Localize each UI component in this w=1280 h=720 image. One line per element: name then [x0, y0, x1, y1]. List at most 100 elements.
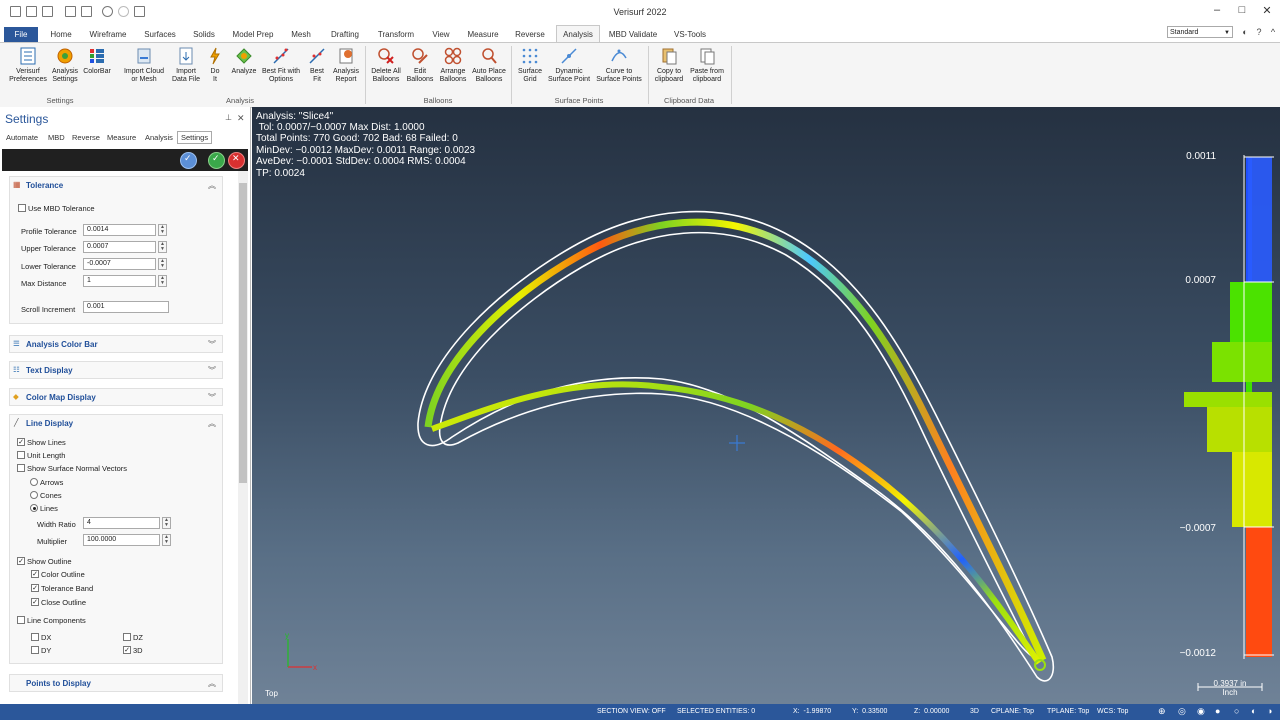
close-window-icon[interactable]: ✕: [1260, 4, 1274, 17]
tab-drafting[interactable]: Drafting: [325, 27, 365, 42]
profile-tolerance-field[interactable]: 0.0014: [83, 224, 156, 236]
dx-checkbox[interactable]: [31, 633, 39, 641]
panel-tab-automate[interactable]: Automate: [6, 133, 38, 142]
view-mode-status[interactable]: 3D: [970, 708, 979, 715]
tab-measure[interactable]: Measure: [463, 27, 503, 42]
curve-to-surface-points-button[interactable]: Curve to Surface Points: [594, 46, 644, 84]
profile-tolerance-spinner[interactable]: ▲ ▼: [158, 224, 167, 236]
selected-entities-status[interactable]: SELECTED ENTITIES: 0: [677, 708, 755, 715]
tab-vs-tools[interactable]: VS-Tools: [670, 27, 710, 42]
dz-checkbox[interactable]: [123, 633, 131, 641]
panel-tab-analysis[interactable]: Analysis: [145, 133, 173, 142]
minimize-icon[interactable]: –: [1210, 4, 1224, 16]
color-outline-checkbox[interactable]: ✓: [31, 570, 39, 578]
line-display-header[interactable]: Line Display: [26, 418, 73, 430]
unit-length-checkbox[interactable]: [17, 451, 25, 459]
help-icon[interactable]: ?: [1254, 27, 1264, 37]
cplane-status[interactable]: CPLANE: Top: [991, 708, 1034, 715]
tab-mesh[interactable]: Mesh: [287, 27, 315, 42]
tab-view[interactable]: View: [427, 27, 455, 42]
auto-place-balloons-button[interactable]: Auto Place Balloons: [470, 46, 508, 84]
wire-sphere-icon[interactable]: ○: [1234, 706, 1239, 716]
color-map-display-header[interactable]: Color Map Display: [26, 392, 96, 404]
dynamic-surface-point-button[interactable]: Dynamic Surface Point: [544, 46, 594, 84]
scroll-thumb[interactable]: [239, 183, 247, 483]
paste-from-clipboard-button[interactable]: Paste from clipboard: [686, 46, 728, 84]
lower-tolerance-spinner[interactable]: ▲ ▼: [158, 258, 167, 270]
import-data-file-button[interactable]: Import Data File: [168, 46, 204, 84]
light-icon[interactable]: ◐: [1251, 706, 1256, 716]
verisurf-preferences-button[interactable]: Verisurf Preferences: [6, 46, 50, 84]
analysis-color-bar-header[interactable]: Analysis Color Bar: [26, 339, 98, 351]
upper-tolerance-field[interactable]: 0.0007: [83, 241, 156, 253]
text-display-header[interactable]: Text Display: [26, 365, 73, 377]
max-distance-spinner[interactable]: ▲ ▼: [158, 275, 167, 287]
tab-surfaces[interactable]: Surfaces: [140, 27, 180, 42]
text-display-section[interactable]: ☷ Text Display ︾: [9, 361, 223, 379]
panel-tab-reverse[interactable]: Reverse: [72, 133, 100, 142]
close-panel-icon[interactable]: ✕: [237, 113, 245, 124]
copy-to-clipboard-button[interactable]: Copy to clipboard: [651, 46, 687, 84]
tolerance-header[interactable]: Tolerance: [26, 180, 63, 192]
show-outline-checkbox[interactable]: ✓: [17, 557, 25, 565]
section-icon[interactable]: ◑: [1267, 706, 1272, 716]
colorbar-button[interactable]: ColorBar: [82, 46, 112, 76]
sphere-icon[interactable]: ◎: [1178, 706, 1186, 717]
analysis-color-bar-section[interactable]: ☰ Analysis Color Bar ︾: [9, 335, 223, 353]
lines-radio[interactable]: [30, 504, 38, 512]
panel-scrollbar[interactable]: [238, 171, 248, 704]
do-it-button[interactable]: Do It: [204, 46, 226, 84]
solid-sphere-icon[interactable]: ●: [1215, 706, 1220, 716]
shaded-sphere-icon[interactable]: ◉: [1197, 706, 1205, 717]
analysis-settings-button[interactable]: Analysis Settings: [48, 46, 82, 84]
scroll-increment-field[interactable]: 0.001: [83, 301, 169, 313]
globe-icon[interactable]: ⊕: [1158, 706, 1166, 717]
tolerance-band-checkbox[interactable]: ✓: [31, 584, 39, 592]
best-fit-options-button[interactable]: Best Fit with Options: [258, 46, 304, 84]
best-fit-button[interactable]: Best Fit: [305, 46, 329, 84]
tab-transform[interactable]: Transform: [374, 27, 418, 42]
line-components-checkbox[interactable]: [17, 616, 25, 624]
tab-file[interactable]: File: [4, 27, 38, 42]
points-to-display-section[interactable]: Points to Display ︽: [9, 674, 223, 692]
max-distance-field[interactable]: 1: [83, 275, 156, 287]
lower-tolerance-field[interactable]: -0.0007: [83, 258, 156, 270]
panel-tab-settings[interactable]: Settings: [177, 131, 213, 144]
use-mbd-checkbox[interactable]: [18, 204, 26, 212]
show-lines-checkbox[interactable]: ✓: [17, 438, 25, 446]
cones-radio[interactable]: [30, 491, 38, 499]
chevron-up-icon[interactable]: ︽: [208, 418, 216, 429]
graphics-viewport[interactable]: x y Analysis: "Slice4" Tol: 0.0007/−0.00…: [252, 107, 1280, 704]
tab-mbd-validate[interactable]: MBD Validate: [606, 27, 660, 42]
panel-tab-measure[interactable]: Measure: [107, 133, 136, 142]
collapse-ribbon-icon[interactable]: ^: [1268, 27, 1278, 37]
color-map-display-section[interactable]: ◆ Color Map Display ︾: [9, 388, 223, 406]
tab-model-prep[interactable]: Model Prep: [228, 27, 278, 42]
style-select[interactable]: Standard ▼: [1167, 26, 1233, 38]
width-ratio-field[interactable]: 4: [83, 517, 160, 529]
wcs-status[interactable]: WCS: Top: [1097, 708, 1128, 715]
tplane-status[interactable]: TPLANE: Top: [1047, 708, 1089, 715]
section-view-status[interactable]: SECTION VIEW: OFF: [597, 708, 666, 715]
arrange-balloons-button[interactable]: Arrange Balloons: [436, 46, 470, 84]
multiplier-field[interactable]: 100.0000: [83, 534, 160, 546]
3d-checkbox[interactable]: ✓: [123, 646, 131, 654]
tab-solids[interactable]: Solids: [188, 27, 220, 42]
tab-analysis[interactable]: Analysis: [556, 25, 600, 43]
tab-reverse[interactable]: Reverse: [511, 27, 549, 42]
show-normals-checkbox[interactable]: [17, 464, 25, 472]
tab-home[interactable]: Home: [46, 27, 76, 42]
panel-tab-mbd[interactable]: MBD: [48, 133, 65, 142]
palette-icon[interactable]: ◐: [1240, 27, 1250, 37]
chevron-down-icon[interactable]: ︾: [208, 392, 216, 403]
maximize-icon[interactable]: □: [1235, 4, 1249, 16]
delete-all-balloons-button[interactable]: Delete All Balloons: [368, 46, 404, 84]
dy-checkbox[interactable]: [31, 646, 39, 654]
edit-balloons-button[interactable]: Edit Balloons: [404, 46, 436, 84]
width-ratio-spinner[interactable]: ▲ ▼: [162, 517, 171, 529]
chevron-down-icon[interactable]: ︾: [208, 339, 216, 350]
arrows-radio[interactable]: [30, 478, 38, 486]
import-cloud-button[interactable]: Import Cloud or Mesh: [118, 46, 170, 84]
tab-wireframe[interactable]: Wireframe: [86, 27, 130, 42]
upper-tolerance-spinner[interactable]: ▲ ▼: [158, 241, 167, 253]
